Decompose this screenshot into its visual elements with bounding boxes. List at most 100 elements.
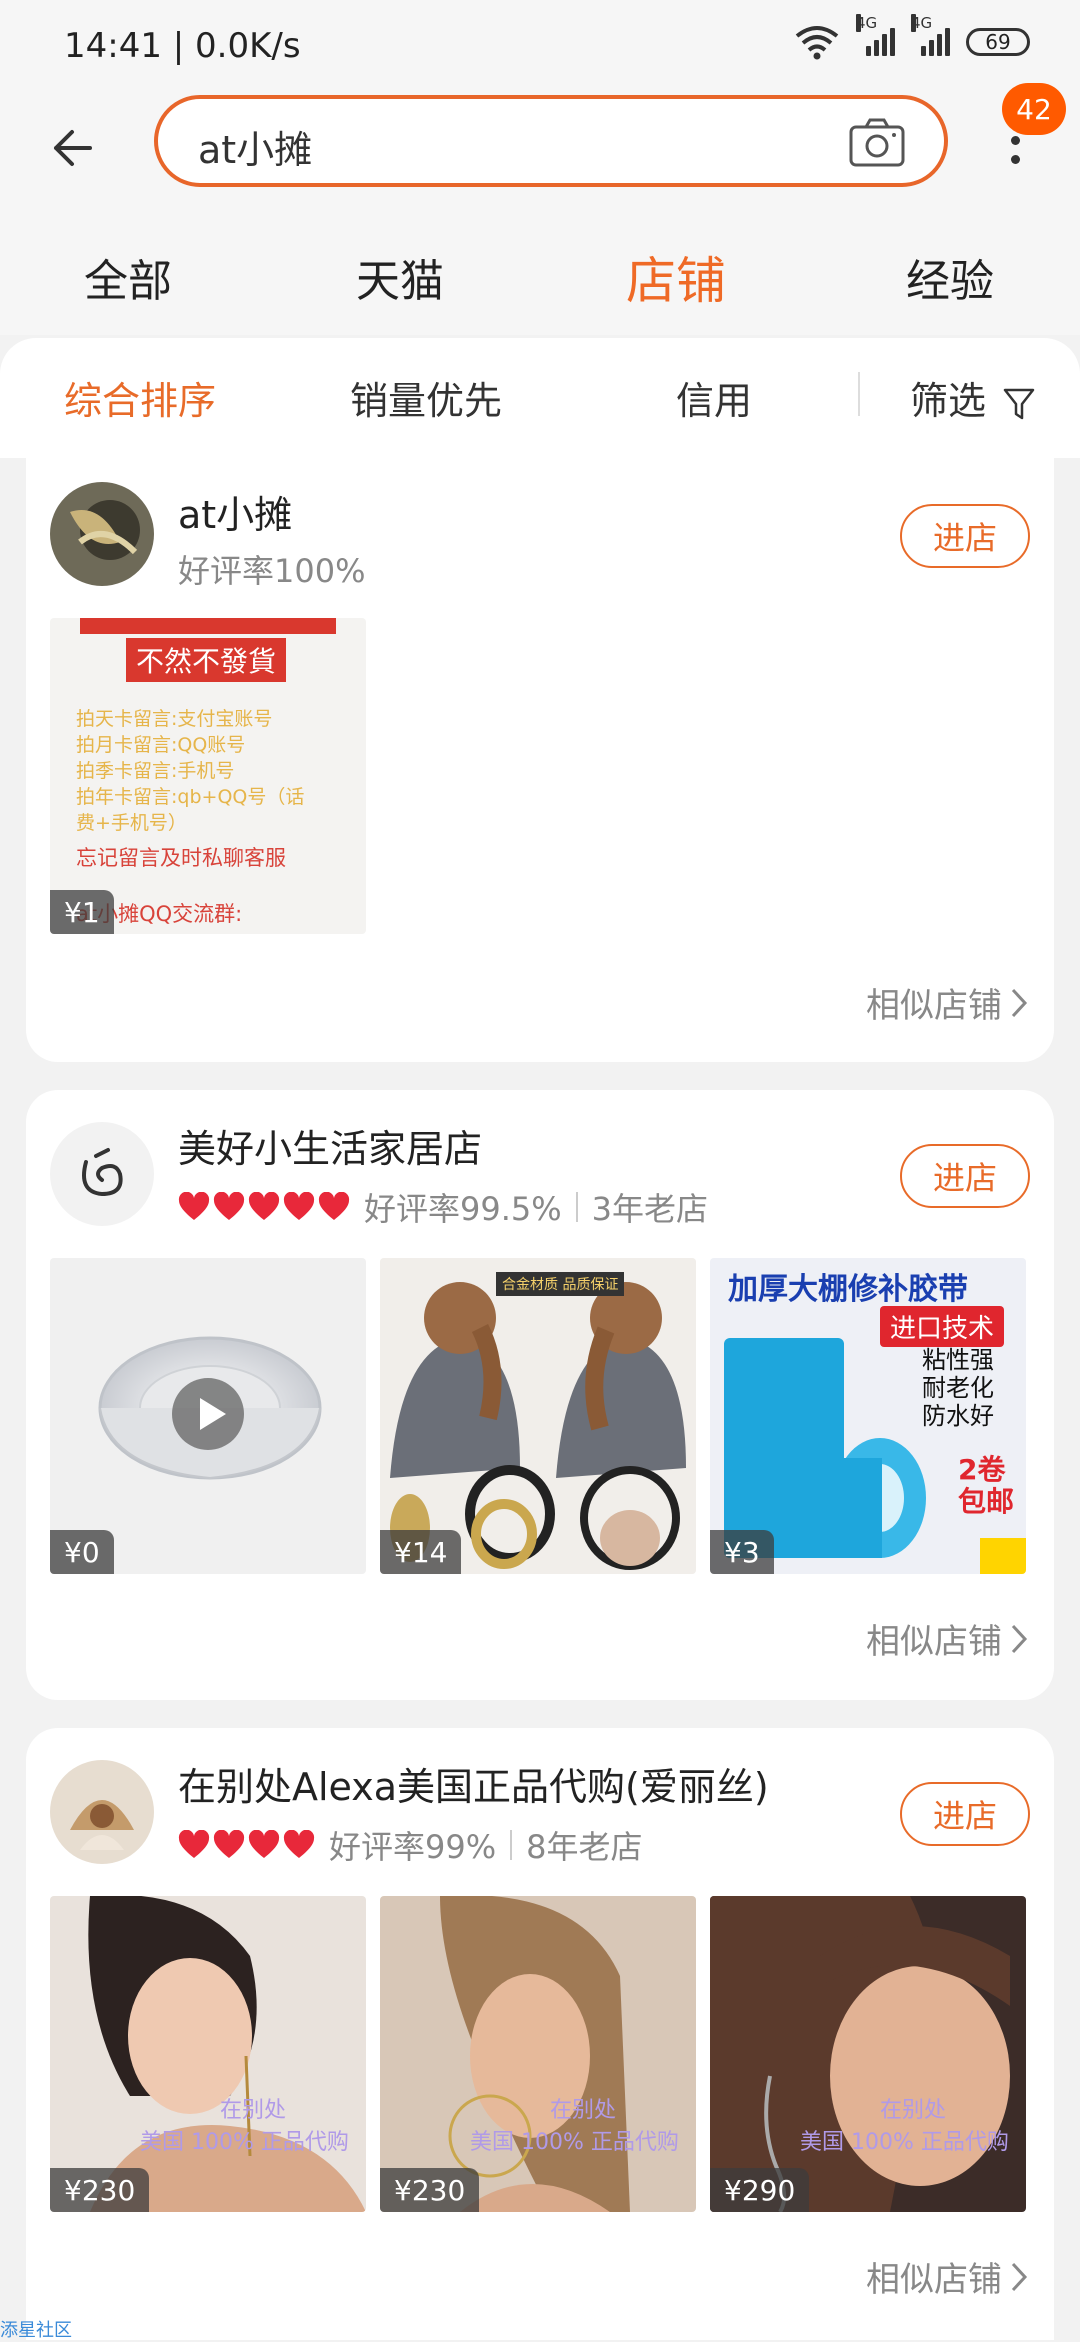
chevron-right-icon bbox=[1011, 2262, 1028, 2291]
meta-divider bbox=[575, 1192, 578, 1222]
watermark: 在别处 bbox=[220, 2098, 287, 2123]
credit-hearts bbox=[178, 1830, 315, 1860]
similar-stores-link[interactable]: 相似店铺 bbox=[866, 2252, 1028, 2301]
rating-text: 好评率99% bbox=[329, 1828, 497, 1866]
filter-button[interactable]: 筛选 bbox=[910, 370, 1036, 425]
store-name[interactable]: 美好小生活家居店 bbox=[178, 1118, 482, 1173]
search-query: at小摊 bbox=[198, 128, 313, 172]
product-thumbnail[interactable]: 合金材质 品质保证 ¥14 bbox=[380, 1258, 696, 1574]
product-image: 不然不發貨 拍天卡留言:支付宝账号 拍月卡留言:QQ账号 拍季卡留言:手机号 拍… bbox=[50, 618, 366, 934]
chevron-right-icon bbox=[1011, 988, 1028, 1017]
heart-icon bbox=[248, 1192, 280, 1220]
chevron-right-icon bbox=[1011, 1624, 1028, 1653]
tab-tmall[interactable]: 天猫 bbox=[356, 245, 444, 309]
status-time: 14:41 | 0.0K/s bbox=[64, 26, 301, 66]
enter-store-button[interactable]: 进店 bbox=[900, 1782, 1030, 1846]
heart-icon bbox=[213, 1192, 245, 1220]
product-price: ¥230 bbox=[380, 2168, 480, 2212]
play-icon bbox=[172, 1378, 244, 1450]
heart-icon bbox=[178, 1192, 210, 1220]
product-thumbnail[interactable]: 在别处 美国 100% 正品代购 ¥230 bbox=[50, 1896, 366, 2212]
sort-credit[interactable]: 信用 bbox=[676, 370, 752, 425]
product-price: ¥3 bbox=[710, 1530, 774, 1574]
similar-label: 相似店铺 bbox=[866, 1622, 1002, 1662]
heart-icon bbox=[318, 1192, 350, 1220]
tab-all[interactable]: 全部 bbox=[84, 245, 172, 309]
watermark: 美国 100% 正品代购 bbox=[140, 2130, 349, 2155]
back-button[interactable] bbox=[40, 113, 110, 183]
store-avatar bbox=[50, 482, 154, 586]
tab-experience[interactable]: 经验 bbox=[906, 245, 994, 309]
heart-icon bbox=[283, 1192, 315, 1220]
network-type-label: 4G bbox=[856, 14, 878, 32]
back-arrow-icon bbox=[54, 130, 92, 166]
product-thumbnail[interactable]: 加厚大棚修补胶带 进口技术 粘性强 耐老化 防水好 2卷 包邮 ¥3 bbox=[710, 1258, 1026, 1574]
store-card[interactable]: 在别处Alexa美国正品代购(爱丽丝) 好评率99% 8年老店 进店 在别处 美… bbox=[26, 1728, 1054, 2340]
product-price: ¥0 bbox=[50, 1530, 114, 1574]
filter-icon bbox=[1003, 388, 1035, 419]
filter-label: 筛选 bbox=[910, 379, 987, 423]
product-image bbox=[380, 1258, 696, 1574]
product-image bbox=[380, 1896, 696, 2212]
store-rating: 好评率99% 8年老店 bbox=[178, 1822, 643, 1868]
enter-store-button[interactable]: 进店 bbox=[900, 504, 1030, 568]
store-age: 8年老店 bbox=[526, 1828, 643, 1866]
store-name[interactable]: at小摊 bbox=[178, 484, 292, 539]
heart-icon bbox=[283, 1830, 315, 1858]
play-button[interactable] bbox=[170, 1376, 246, 1456]
signal-icon: 4G bbox=[856, 14, 895, 56]
product-price: ¥230 bbox=[50, 2168, 150, 2212]
store-name[interactable]: 在别处Alexa美国正品代购(爱丽丝) bbox=[178, 1756, 769, 1811]
notification-badge: 42 bbox=[1002, 83, 1066, 135]
product-title: 加厚大棚修补胶带 bbox=[728, 1272, 968, 1307]
product-image bbox=[50, 1896, 366, 2212]
camera-icon[interactable] bbox=[848, 115, 906, 169]
sort-sales[interactable]: 销量优先 bbox=[350, 370, 502, 425]
product-thumbnail[interactable]: ¥0 bbox=[50, 1258, 366, 1574]
heart-icon bbox=[248, 1830, 280, 1858]
store-age: 3年老店 bbox=[591, 1190, 709, 1228]
credit-hearts bbox=[178, 1192, 350, 1222]
category-tabs: 全部 天猫 店铺 经验 bbox=[0, 205, 1080, 335]
store-avatar bbox=[50, 1122, 154, 1226]
more-dot-icon bbox=[1010, 155, 1020, 164]
search-input[interactable]: at小摊 bbox=[154, 95, 948, 187]
footer-watermark: 添星社区 bbox=[0, 2320, 72, 2341]
product-price: ¥290 bbox=[710, 2168, 810, 2212]
store-avatar bbox=[50, 1760, 154, 1864]
product-price: ¥1 bbox=[50, 890, 114, 934]
feature-text: 耐老化 bbox=[922, 1374, 994, 1402]
product-thumbnail[interactable]: 不然不發貨 拍天卡留言:支付宝账号 拍月卡留言:QQ账号 拍季卡留言:手机号 拍… bbox=[50, 618, 366, 934]
store-rating: 好评率100% bbox=[178, 546, 366, 592]
product-banner: 合金材质 品质保证 bbox=[496, 1272, 625, 1296]
store-card[interactable]: at小摊 好评率100% 进店 不然不發貨 拍天卡留言:支付宝账号 拍月卡留言:… bbox=[26, 458, 1054, 1062]
notice-line: 拍天卡留言:支付宝账号 bbox=[76, 708, 273, 730]
product-thumbnail[interactable]: 在别处 美国 100% 正品代购 ¥290 bbox=[710, 1896, 1026, 2212]
rating-text: 好评率100% bbox=[178, 552, 366, 590]
enter-store-button[interactable]: 进店 bbox=[900, 1144, 1030, 1208]
feature-text: 粘性强 bbox=[922, 1346, 994, 1374]
heart-icon bbox=[178, 1830, 210, 1858]
notice-line: 费+手机号） bbox=[76, 812, 187, 834]
notice-line: 拍年卡留言:qb+QQ号（话 bbox=[76, 786, 305, 808]
similar-stores-link[interactable]: 相似店铺 bbox=[866, 978, 1028, 1027]
store-card[interactable]: 美好小生活家居店 好评率99.5% 3年老店 进店 ¥0 合金材质 品质保证 ¥… bbox=[26, 1090, 1054, 1700]
similar-stores-link[interactable]: 相似店铺 bbox=[866, 1614, 1028, 1663]
battery-icon: 69 bbox=[966, 28, 1030, 56]
promo-text: 2卷 bbox=[958, 1453, 1006, 1486]
product-tag: 进口技术 bbox=[880, 1306, 1005, 1347]
product-thumbnail[interactable]: 在别处 美国 100% 正品代购 ¥230 bbox=[380, 1896, 696, 2212]
promo-text: 包邮 bbox=[958, 1485, 1015, 1518]
similar-label: 相似店铺 bbox=[866, 2260, 1002, 2300]
sort-comprehensive[interactable]: 综合排序 bbox=[64, 370, 216, 425]
notice-line: 拍季卡留言:手机号 bbox=[76, 760, 235, 782]
heart-icon bbox=[213, 1830, 245, 1858]
product-promo: 2卷 包邮 bbox=[958, 1454, 1014, 1518]
watermark: 在别处 bbox=[550, 2098, 617, 2123]
tab-shops[interactable]: 店铺 bbox=[626, 241, 726, 313]
store-rating: 好评率99.5% 3年老店 bbox=[178, 1184, 708, 1230]
feature-text: 防水好 bbox=[922, 1402, 994, 1430]
notice-line: 忘记留言及时私聊客服 bbox=[76, 846, 286, 870]
notice-stamp: 不然不發貨 bbox=[126, 638, 287, 682]
meta-divider bbox=[510, 1830, 513, 1860]
